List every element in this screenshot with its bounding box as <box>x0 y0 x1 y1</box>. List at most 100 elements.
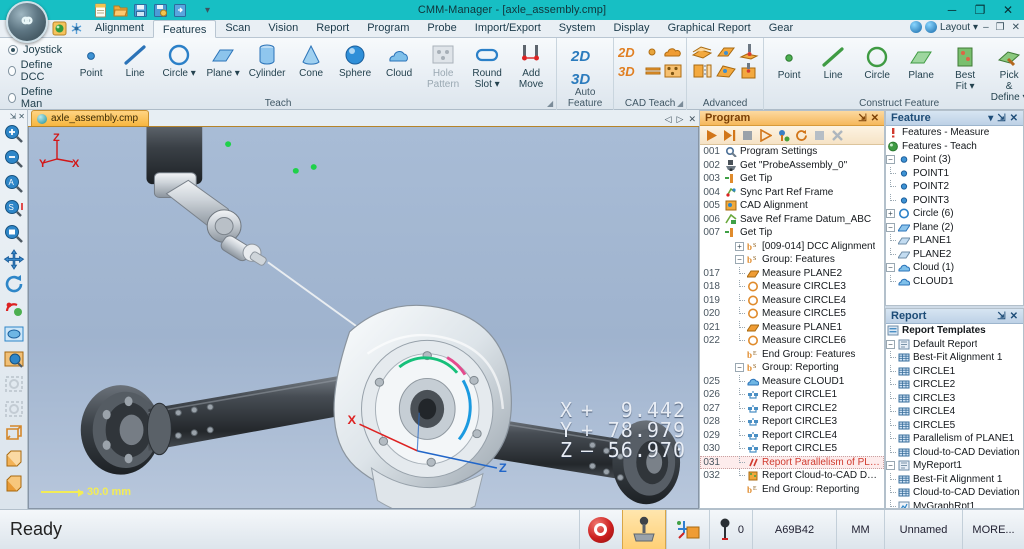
view-toolbar[interactable]: ⇲ ✕ AS <box>0 110 28 509</box>
close-button[interactable]: ✕ <box>994 0 1022 20</box>
more-button[interactable]: MORE... <box>962 510 1024 549</box>
stop-icon[interactable] <box>740 128 755 143</box>
rotate-icon[interactable] <box>2 272 26 296</box>
construct-button-plane[interactable]: Plane <box>900 42 942 81</box>
tree-row[interactable]: CIRCLE4 <box>886 405 1023 419</box>
zoom-window-icon[interactable] <box>2 222 26 246</box>
quick-access-toolbar[interactable]: ▾ <box>92 2 212 19</box>
document-tab-strip[interactable]: axle_assembly.cmp ◁ ▷ ✕ <box>28 110 699 127</box>
program-panel-close-icon[interactable]: ✕ <box>869 113 881 124</box>
cad-point-icon[interactable] <box>645 44 659 60</box>
tree-row[interactable]: 026Report CIRCLE1 <box>700 388 884 402</box>
ribbon-tab-vision[interactable]: Vision <box>259 19 307 37</box>
adv-edge-icon[interactable] <box>691 62 713 80</box>
tree-row[interactable]: 020Measure CIRCLE5 <box>700 307 884 321</box>
teach-button-plane[interactable]: Plane ▾ <box>202 40 244 79</box>
abort-icon[interactable] <box>830 128 845 143</box>
feature-panel-close-icon[interactable]: ✕ <box>1008 113 1020 124</box>
adv-depth-icon[interactable] <box>739 62 759 80</box>
units-box[interactable]: MM <box>836 510 884 549</box>
info-icon[interactable] <box>925 21 937 33</box>
ribbon-tab-strip[interactable]: AlignmentFeaturesScanVisionReportProgram… <box>0 20 1024 38</box>
auto-3d-icon[interactable]: 3D <box>570 66 600 89</box>
construct-button-point[interactable]: Point <box>768 42 810 81</box>
feature-tree[interactable]: Features - MeasureFeatures - Teach−Point… <box>886 126 1023 305</box>
tree-row[interactable]: Parallelism of PLANE1 <box>886 432 1023 446</box>
tree-row[interactable]: 028Report CIRCLE3 <box>700 415 884 429</box>
view-toolbar-header[interactable]: ⇲ ✕ <box>0 110 27 122</box>
ribbon-tabs[interactable]: AlignmentFeaturesScanVisionReportProgram… <box>86 19 802 37</box>
ribbon-tab-probe[interactable]: Probe <box>418 19 465 37</box>
tree-row[interactable]: bEEnd Group: Features <box>700 348 884 362</box>
report-panel-pin-icon[interactable]: ⇲ <box>995 311 1007 322</box>
teach-icon[interactable] <box>776 128 791 143</box>
application-menu-orb[interactable]: ⚭ <box>6 1 48 43</box>
program-panel-pin-icon[interactable]: ⇲ <box>856 113 868 124</box>
open-icon[interactable] <box>112 2 129 19</box>
teach-button-cone[interactable]: Cone <box>290 40 332 79</box>
layout-caret-icon[interactable]: ▾ <box>973 22 978 33</box>
construct-button-circle[interactable]: Circle <box>856 42 898 81</box>
cad-teach-dialog-launcher-icon[interactable]: ◢ <box>677 99 683 108</box>
teach-mode-joystick[interactable]: Joystick <box>8 44 62 56</box>
tree-expander[interactable]: − <box>886 155 895 164</box>
export-icon[interactable] <box>172 2 189 19</box>
adv-probe-icon[interactable] <box>739 43 759 61</box>
tree-row[interactable]: 003Get Tip <box>700 172 884 186</box>
tree-row[interactable]: Features - Teach <box>886 140 1023 154</box>
run-to-end-icon[interactable] <box>722 128 737 143</box>
teach-button-add-move[interactable]: AddMove <box>510 40 552 90</box>
feature-panel-pin-icon[interactable]: ⇲ <box>995 113 1007 124</box>
probe-tab-icon[interactable] <box>69 21 84 36</box>
doc-tab-close-icon[interactable]: ✕ <box>688 114 696 125</box>
tree-row[interactable]: POINT3 <box>886 194 1023 208</box>
tree-row[interactable]: −Cloud (1) <box>886 261 1023 275</box>
tree-row[interactable]: 027Report CIRCLE2 <box>700 402 884 416</box>
tree-row[interactable]: −Plane (2) <box>886 221 1023 235</box>
ribbon-tab-report[interactable]: Report <box>307 19 358 37</box>
save-tip-icon[interactable] <box>152 2 169 19</box>
fit-view-icon[interactable] <box>2 322 26 346</box>
rotate-part-icon[interactable] <box>2 297 26 321</box>
ribbon-tab-graphical-report[interactable]: Graphical Report <box>659 19 760 37</box>
cad-pattern-icon[interactable] <box>664 63 682 79</box>
ribbon-tab-import-export[interactable]: Import/Export <box>466 19 550 37</box>
help-globe-icon[interactable] <box>910 21 922 33</box>
ribbon-tab-alignment[interactable]: Alignment <box>86 19 153 37</box>
cad-lines-icon[interactable] <box>645 63 661 79</box>
tree-row[interactable]: PLANE1 <box>886 234 1023 248</box>
teach-mode-define-dcc[interactable]: Define DCC <box>8 59 62 83</box>
tree-row[interactable]: 031Report Parallelism of PLANE1 <box>700 456 884 470</box>
tree-row[interactable]: CIRCLE1 <box>886 365 1023 379</box>
cad-cloud-icon[interactable] <box>662 44 682 60</box>
teach-button-point[interactable]: Point <box>70 40 112 79</box>
document-tab-axle-assembly[interactable]: axle_assembly.cmp <box>31 110 149 126</box>
tree-row[interactable]: 032Report Cloud-to-CAD Deviation <box>700 469 884 483</box>
tree-row[interactable]: Features - Measure <box>886 126 1023 140</box>
zoom-all-icon[interactable]: A <box>2 172 26 196</box>
tree-expander[interactable]: − <box>735 255 744 264</box>
ribbon-tab-system[interactable]: System <box>550 19 605 37</box>
tree-row[interactable]: +bS[009-014] DCC Alignment <box>700 240 884 254</box>
teach-button-round-slot[interactable]: RoundSlot ▾ <box>466 40 508 90</box>
layout-controls[interactable]: Layout ▾ – ❐ ✕ <box>910 21 1022 33</box>
construct-button-best-fit[interactable]: BestFit ▾ <box>944 42 986 92</box>
program-toolbar[interactable] <box>700 126 884 145</box>
tree-row[interactable]: 022Measure CIRCLE6 <box>700 334 884 348</box>
refresh-icon[interactable] <box>794 128 809 143</box>
program-tree[interactable]: 001Program Settings002Get "ProbeAssembly… <box>700 145 884 508</box>
deselect-box-icon[interactable] <box>2 397 26 421</box>
tree-row[interactable]: 025Measure CLOUD1 <box>700 375 884 389</box>
tree-row[interactable]: CIRCLE3 <box>886 392 1023 406</box>
pause-icon[interactable] <box>812 128 827 143</box>
pan-icon[interactable] <box>2 247 26 271</box>
tree-row[interactable]: −bSGroup: Reporting <box>700 361 884 375</box>
report-panel-close-icon[interactable]: ✕ <box>1008 311 1020 322</box>
teach-button-cylinder[interactable]: Cylinder <box>246 40 288 79</box>
zoom-scale-icon[interactable]: S <box>2 197 26 221</box>
tree-row[interactable]: 006Save Ref Frame Datum_ABC <box>700 213 884 227</box>
tree-row[interactable]: 001Program Settings <box>700 145 884 159</box>
emergency-stop-button[interactable] <box>579 510 622 549</box>
ribbon-tab-features[interactable]: Features <box>153 20 216 38</box>
doc-minimize-button[interactable]: – <box>981 22 991 33</box>
